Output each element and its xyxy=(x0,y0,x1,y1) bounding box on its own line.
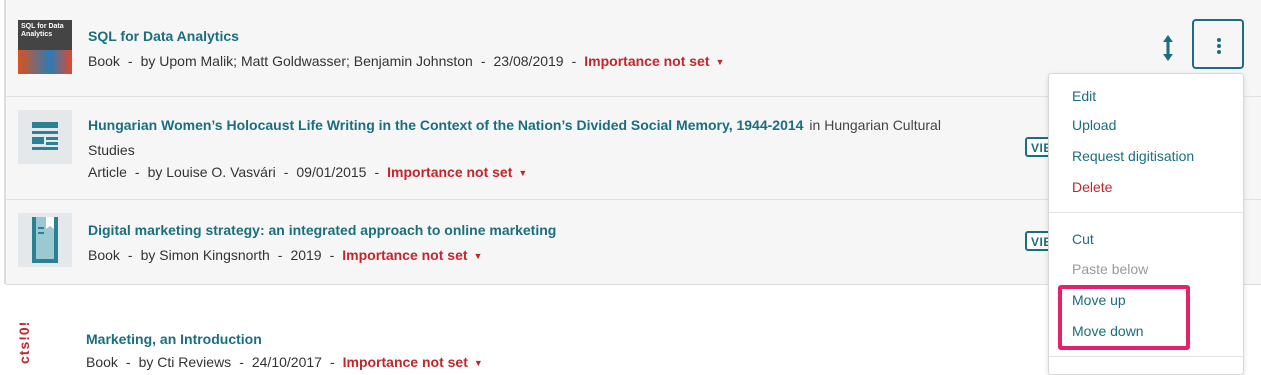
book-cover-thumbnail: cts!0! xyxy=(16,314,70,368)
item-authors: by Louise O. Vasvári xyxy=(147,164,276,180)
more-options-button[interactable] xyxy=(1192,19,1244,69)
item-date: 2019 xyxy=(290,247,322,263)
importance-dropdown[interactable]: Importance not set ▼ xyxy=(387,164,527,180)
importance-dropdown[interactable]: Importance not set ▼ xyxy=(342,247,482,263)
menu-divider xyxy=(1049,356,1243,357)
item-authors: by Upom Malik; Matt Goldwasser; Benjamin… xyxy=(140,53,473,69)
item-type: Book xyxy=(86,354,118,370)
item-type: Book xyxy=(88,53,120,69)
menu-divider xyxy=(1049,212,1243,213)
caret-down-icon: ▼ xyxy=(473,251,483,261)
item-meta: Book - by Simon Kingsnorth -2019- Importance… xyxy=(88,247,483,263)
item-title[interactable]: SQL for Data Analytics xyxy=(88,28,239,44)
caret-down-icon: ▼ xyxy=(715,57,725,67)
menu-item-request-digitisation[interactable]: Request digitisation xyxy=(1072,148,1194,164)
item-meta: Book - by Cti Reviews -24/10/2017- Importanc… xyxy=(86,354,483,370)
caret-down-icon: ▼ xyxy=(518,168,528,178)
item-meta: Book - by Upom Malik; Matt Goldwasser; Ben… xyxy=(88,53,725,69)
item-meta: Article - by Louise O. Vasvári -09/01/2015-… xyxy=(88,164,528,180)
cover-text: SQL for Data Analytics xyxy=(21,23,64,38)
more-options-menu: Edit Upload Request digitisation Delete … xyxy=(1048,73,1244,375)
item-in-text-continued: Studies xyxy=(88,142,135,158)
menu-item-upload[interactable]: Upload xyxy=(1072,117,1116,133)
importance-dropdown[interactable]: Importance not set ▼ xyxy=(343,354,483,370)
item-title[interactable]: Marketing, an Introduction xyxy=(86,331,262,347)
item-type: Article xyxy=(88,164,127,180)
reorder-arrows-icon[interactable] xyxy=(1158,33,1178,63)
item-authors: by Cti Reviews xyxy=(138,354,232,370)
caret-down-icon: ▼ xyxy=(473,358,483,368)
menu-item-edit[interactable]: Edit xyxy=(1072,88,1096,104)
item-title[interactable]: Hungarian Women’s Holocaust Life Writing… xyxy=(88,117,941,133)
item-date: 23/08/2019 xyxy=(493,53,564,69)
menu-item-paste-below: Paste below xyxy=(1072,261,1149,277)
menu-item-delete[interactable]: Delete xyxy=(1072,179,1112,195)
item-date: 09/01/2015 xyxy=(296,164,367,180)
more-vertical-icon xyxy=(1217,38,1221,42)
importance-dropdown[interactable]: Importance not set ▼ xyxy=(584,53,724,69)
item-title[interactable]: Digital marketing strategy: an integrate… xyxy=(88,222,556,238)
article-icon xyxy=(18,110,72,164)
menu-item-move-down[interactable]: Move down xyxy=(1072,323,1144,339)
item-date: 24/10/2017 xyxy=(251,354,322,370)
menu-item-move-up[interactable]: Move up xyxy=(1072,292,1126,308)
book-cover-thumbnail: SQL for Data Analytics xyxy=(18,20,72,74)
book-icon xyxy=(18,213,72,267)
item-type: Book xyxy=(88,247,120,263)
menu-item-cut[interactable]: Cut xyxy=(1072,231,1094,247)
item-authors: by Simon Kingsnorth xyxy=(140,247,270,263)
